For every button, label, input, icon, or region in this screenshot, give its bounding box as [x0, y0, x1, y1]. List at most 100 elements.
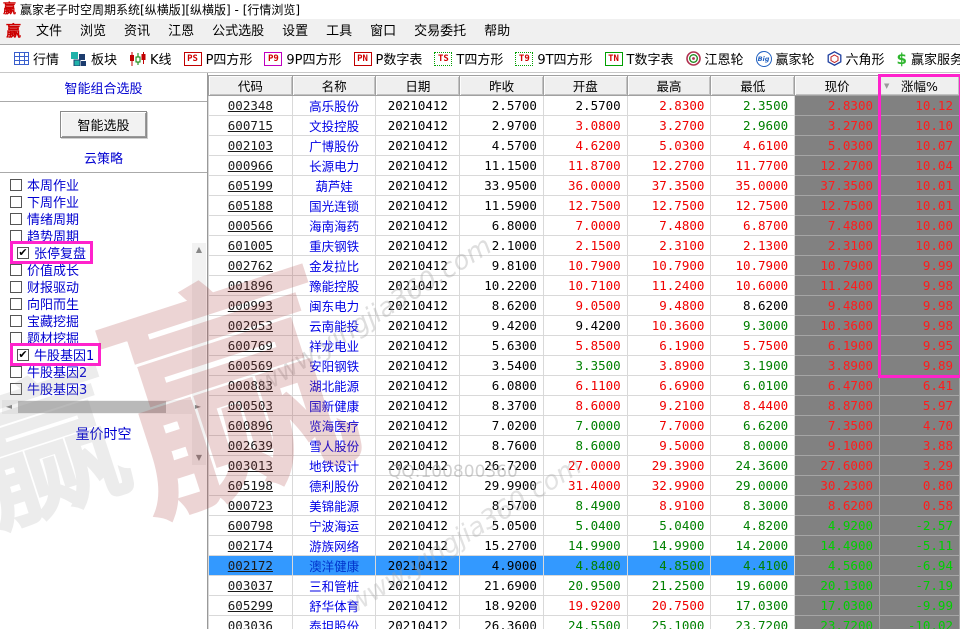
cell-stock-name[interactable]: 重庆钢铁 [292, 236, 376, 256]
cell-stock-code[interactable]: 002762 [209, 256, 293, 276]
toolbar-item-sectors[interactable]: 板块 [65, 47, 123, 71]
table-row[interactable]: 600769祥龙电业202104125.63005.85006.19005.75… [209, 336, 960, 356]
scroll-left-icon[interactable]: ◄ [2, 400, 16, 414]
cell-stock-name[interactable]: 泰坦股份 [292, 616, 376, 629]
cell-stock-name[interactable]: 国新健康 [292, 396, 376, 416]
column-header-2[interactable]: 名称 [292, 76, 376, 96]
column-header-6[interactable]: 最高 [627, 76, 711, 96]
strategy-item-13[interactable]: 牛股基因3 [10, 380, 87, 397]
cell-stock-name[interactable]: 美锦能源 [292, 496, 376, 516]
cell-stock-code[interactable]: 001896 [209, 276, 293, 296]
table-row[interactable]: 605299舒华体育2021041218.920019.920020.75001… [209, 596, 960, 616]
column-header-8[interactable]: 现价 [795, 76, 880, 96]
strategy-item-1[interactable]: 本周作业 [10, 176, 79, 193]
cell-stock-name[interactable]: 海南海药 [292, 216, 376, 236]
cell-stock-name[interactable]: 广博股份 [292, 136, 376, 156]
cell-stock-code[interactable]: 605188 [209, 196, 293, 216]
hscroll-thumb[interactable] [18, 401, 166, 413]
toolbar-item-gann-wheel[interactable]: 江恩轮 [680, 47, 750, 71]
strategy-item-11[interactable]: ✔牛股基因1 [10, 343, 101, 366]
cell-stock-name[interactable]: 雪人股份 [292, 436, 376, 456]
cell-stock-name[interactable]: 游族网络 [292, 536, 376, 556]
table-row[interactable]: 000566海南海药202104126.80007.00007.48006.87… [209, 216, 960, 236]
toolbar-item-hexagon[interactable]: 六角形 [821, 47, 891, 71]
column-header-7[interactable]: 最低 [711, 76, 795, 96]
cell-stock-name[interactable]: 三和管桩 [292, 576, 376, 596]
table-row[interactable]: 605199葫芦娃2021041233.950036.000037.350035… [209, 176, 960, 196]
cell-stock-name[interactable]: 地铁设计 [292, 456, 376, 476]
cell-stock-name[interactable]: 祥龙电业 [292, 336, 376, 356]
cell-stock-code[interactable]: 600798 [209, 516, 293, 536]
cell-stock-code[interactable]: 605198 [209, 476, 293, 496]
table-row[interactable]: 600569安阳钢铁202104123.54003.35003.89003.19… [209, 356, 960, 376]
toolbar-item-p-digit[interactable]: PNP数字表 [348, 47, 429, 71]
table-row[interactable]: 002174游族网络2021041215.270014.990014.99001… [209, 536, 960, 556]
cell-stock-code[interactable]: 000883 [209, 376, 293, 396]
menu-item-3[interactable]: 资讯 [115, 21, 159, 43]
smart-select-button[interactable]: 智能选股 [60, 111, 146, 138]
cell-stock-code[interactable]: 000723 [209, 496, 293, 516]
cell-stock-name[interactable]: 高乐股份 [292, 96, 376, 116]
checkbox-icon[interactable] [10, 281, 22, 293]
table-row[interactable]: 003037三和管桩2021041221.690020.950021.25001… [209, 576, 960, 596]
checkbox-icon[interactable]: ✔ [17, 247, 29, 259]
strategy-item-3[interactable]: 情绪周期 [10, 210, 79, 227]
cell-stock-code[interactable]: 600715 [209, 116, 293, 136]
column-header-5[interactable]: 开盘 [543, 76, 627, 96]
cell-stock-code[interactable]: 003013 [209, 456, 293, 476]
menu-item-5[interactable]: 公式选股 [203, 21, 273, 43]
toolbar-item-9t-square[interactable]: T99T四方形 [509, 47, 598, 71]
cell-stock-name[interactable]: 德利股份 [292, 476, 376, 496]
cell-stock-name[interactable]: 豫能控股 [292, 276, 376, 296]
cell-stock-code[interactable]: 002053 [209, 316, 293, 336]
cell-stock-code[interactable]: 605299 [209, 596, 293, 616]
table-row[interactable]: 002172澳洋健康202104124.90004.84004.85004.41… [209, 556, 960, 576]
strategy-horizontal-scrollbar[interactable]: ◄ ► [2, 400, 205, 414]
checkbox-icon[interactable] [10, 264, 22, 276]
cell-stock-name[interactable]: 国光连锁 [292, 196, 376, 216]
table-row[interactable]: 002348高乐股份202104122.57002.57002.83002.35… [209, 96, 960, 116]
table-row[interactable]: 003013地铁设计2021041226.720027.000029.39002… [209, 456, 960, 476]
cell-stock-name[interactable]: 云南能投 [292, 316, 376, 336]
checkbox-icon[interactable] [10, 213, 22, 225]
toolbar-item-9p-square[interactable]: P99P四方形 [258, 47, 347, 71]
cell-stock-code[interactable]: 600769 [209, 336, 293, 356]
cell-stock-code[interactable]: 601005 [209, 236, 293, 256]
table-row[interactable]: 601005重庆钢铁202104122.10002.15002.31002.13… [209, 236, 960, 256]
cell-stock-name[interactable]: 长源电力 [292, 156, 376, 176]
table-row[interactable]: 000993闽东电力202104128.62009.05009.48008.62… [209, 296, 960, 316]
checkbox-icon[interactable] [10, 315, 22, 327]
checkbox-icon[interactable]: ✔ [17, 349, 29, 361]
menu-item-10[interactable]: 帮助 [475, 21, 519, 43]
toolbar-item-t-digit[interactable]: TNT数字表 [599, 47, 680, 71]
strategy-item-9[interactable]: 宝藏挖掘 [10, 312, 79, 329]
table-row[interactable]: 000883湖北能源202104126.08006.11006.69006.01… [209, 376, 960, 396]
table-row[interactable]: 600798宁波海运202104125.05005.04005.04004.82… [209, 516, 960, 536]
table-row[interactable]: 002762金发拉比202104129.810010.790010.790010… [209, 256, 960, 276]
column-header-3[interactable]: 日期 [376, 76, 460, 96]
cell-stock-code[interactable]: 002639 [209, 436, 293, 456]
column-header-4[interactable]: 昨收 [460, 76, 544, 96]
cell-stock-name[interactable]: 湖北能源 [292, 376, 376, 396]
strategy-item-2[interactable]: 下周作业 [10, 193, 79, 210]
strategy-item-7[interactable]: 财报驱动 [10, 278, 79, 295]
strategy-vertical-scrollbar[interactable]: ▲ ▼ [192, 243, 206, 465]
toolbar-item-quotes[interactable]: 行情 [8, 47, 65, 71]
checkbox-icon[interactable] [10, 366, 22, 378]
toolbar-item-kline[interactable]: K线 [123, 47, 178, 71]
strategy-item-8[interactable]: 向阳而生 [10, 295, 79, 312]
column-header-9[interactable]: ▼涨幅% [880, 76, 960, 96]
cell-stock-name[interactable]: 览海医疗 [292, 416, 376, 436]
cell-stock-code[interactable]: 003036 [209, 616, 293, 629]
checkbox-icon[interactable] [10, 230, 22, 242]
toolbar-item-p-square[interactable]: PSP四方形 [178, 47, 259, 71]
cell-stock-code[interactable]: 600896 [209, 416, 293, 436]
table-row[interactable]: 000966长源电力2021041211.150011.870012.27001… [209, 156, 960, 176]
cell-stock-code[interactable]: 600569 [209, 356, 293, 376]
table-row[interactable]: 000723美锦能源202104128.57008.49008.91008.30… [209, 496, 960, 516]
table-row[interactable]: 605188国光连锁2021041211.590012.750012.75001… [209, 196, 960, 216]
cell-stock-code[interactable]: 000966 [209, 156, 293, 176]
menu-item-9[interactable]: 交易委托 [405, 21, 475, 43]
cell-stock-name[interactable]: 葫芦娃 [292, 176, 376, 196]
menu-item-8[interactable]: 窗口 [361, 21, 405, 43]
